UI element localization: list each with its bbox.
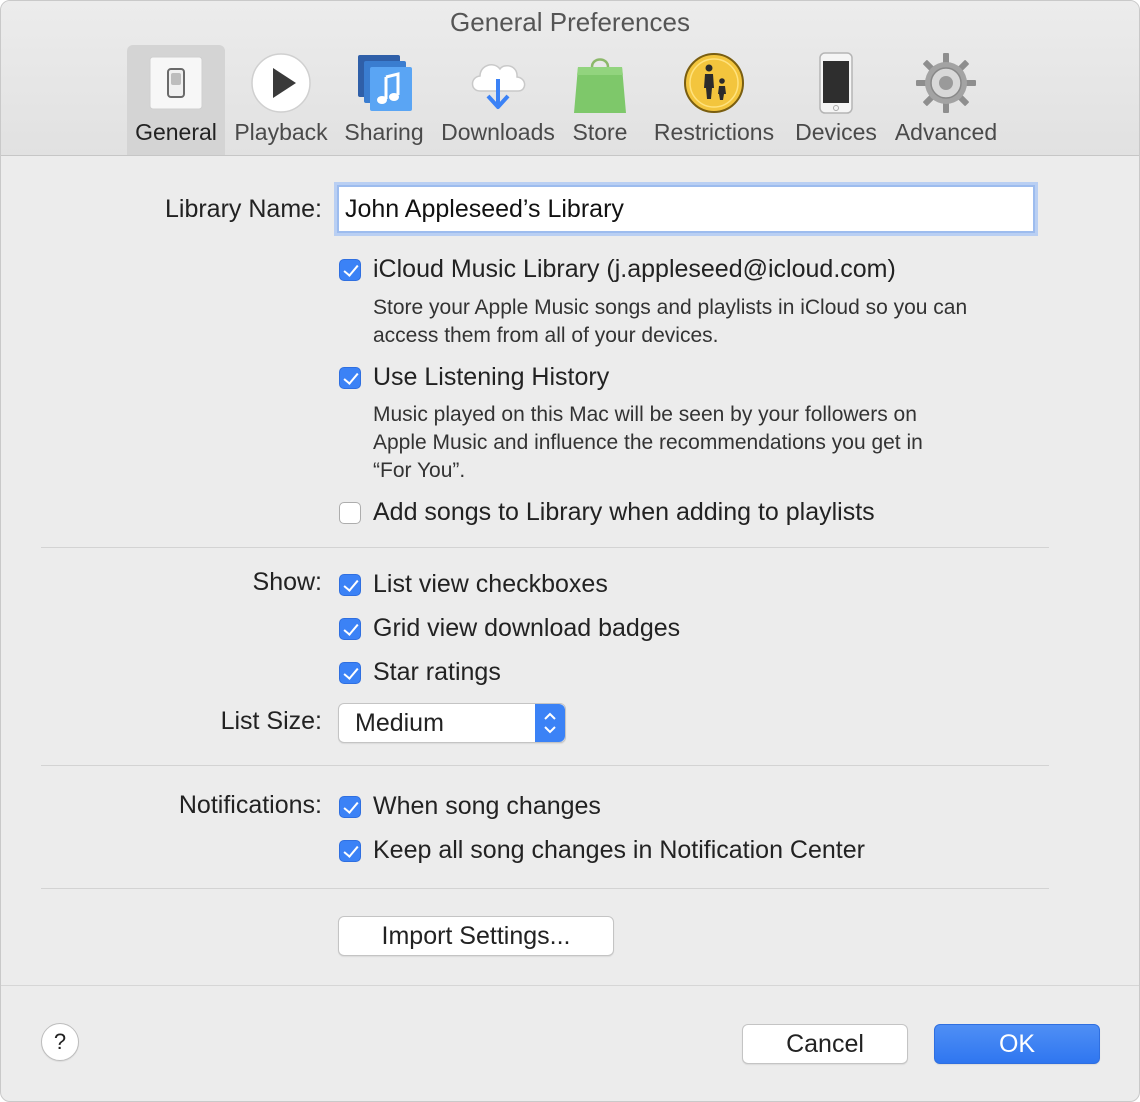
separator: [41, 765, 1049, 766]
tab-playback[interactable]: Playback: [231, 45, 331, 155]
tab-downloads[interactable]: Downloads: [439, 45, 557, 155]
notifications-label: Notifications:: [178, 791, 322, 819]
tab-label: General: [135, 119, 217, 145]
cloud-download-icon: [471, 64, 526, 109]
icloud-description: Store your Apple Music songs and playlis…: [373, 296, 968, 347]
when-song-changes-checkbox[interactable]: [339, 796, 361, 818]
list-view-checkboxes-checkbox[interactable]: [339, 574, 361, 596]
separator: [41, 547, 1049, 548]
music-note-icon: [358, 55, 412, 111]
window-title: General Preferences: [450, 7, 690, 37]
cancel-button[interactable]: Cancel: [742, 1024, 908, 1064]
tab-label: Playback: [234, 119, 328, 145]
import-settings-button[interactable]: Import Settings...: [338, 916, 614, 956]
tab-label: Downloads: [441, 119, 555, 145]
when-song-changes-label: When song changes: [373, 792, 601, 820]
tab-label: Advanced: [894, 119, 998, 145]
listening-history-label: Use Listening History: [373, 363, 610, 391]
list-view-checkboxes-label: List view checkboxes: [373, 570, 608, 598]
tab-general[interactable]: General: [127, 45, 225, 155]
separator: [41, 888, 1049, 889]
tab-label: Sharing: [344, 119, 424, 145]
ok-button[interactable]: OK: [934, 1024, 1100, 1064]
list-size-value: Medium: [355, 709, 444, 737]
star-ratings-checkbox[interactable]: [339, 662, 361, 684]
listening-history-checkbox[interactable]: [339, 367, 361, 389]
keep-song-changes-label: Keep all song changes in Notification Ce…: [373, 836, 865, 864]
description-line: “For You”.: [373, 459, 466, 482]
library-name-label: Library Name:: [165, 195, 322, 223]
tab-advanced[interactable]: Advanced: [891, 45, 1001, 155]
chevron-up-down-icon: [544, 712, 556, 734]
list-size-label: List Size:: [220, 707, 322, 735]
preferences-window: General Preferences General Playback Sha…: [0, 0, 1140, 1102]
shopping-bag-icon: [574, 58, 626, 113]
show-label: Show:: [252, 568, 322, 596]
tab-label: Restrictions: [653, 119, 775, 145]
gear-icon: [916, 53, 976, 113]
grid-view-badges-label: Grid view download badges: [373, 614, 681, 642]
tab-sharing[interactable]: Sharing: [341, 45, 427, 155]
icloud-music-library-checkbox[interactable]: [339, 259, 361, 281]
star-ratings-label: Star ratings: [373, 658, 501, 686]
play-icon: [251, 53, 311, 113]
add-songs-checkbox[interactable]: [339, 502, 361, 524]
icloud-music-library-label: iCloud Music Library (j.appleseed@icloud…: [373, 255, 896, 283]
description-line: Music played on this Mac will be seen by…: [373, 403, 917, 426]
grid-view-badges-checkbox[interactable]: [339, 618, 361, 640]
tab-store[interactable]: Store: [565, 45, 635, 155]
keep-song-changes-checkbox[interactable]: [339, 840, 361, 862]
toolbar: General Preferences General Playback Sha…: [1, 1, 1139, 156]
description-line: Apple Music and influence the recommenda…: [373, 431, 923, 454]
tab-label: Store: [572, 119, 628, 145]
list-size-popup[interactable]: Medium: [338, 703, 566, 743]
library-name-input[interactable]: [337, 185, 1035, 233]
help-button[interactable]: ?: [41, 1023, 79, 1061]
phone-icon: [819, 52, 853, 114]
tab-restrictions[interactable]: Restrictions: [647, 45, 781, 155]
parental-icon: [684, 53, 744, 113]
tab-label: Devices: [795, 119, 877, 145]
tab-devices[interactable]: Devices: [791, 45, 881, 155]
listening-history-description: Music played on this Mac will be seen by…: [373, 401, 1033, 485]
add-songs-label: Add songs to Library when adding to play…: [373, 498, 875, 526]
popup-stepper: [535, 704, 565, 742]
switch-icon: [149, 56, 203, 110]
separator: [1, 985, 1139, 986]
